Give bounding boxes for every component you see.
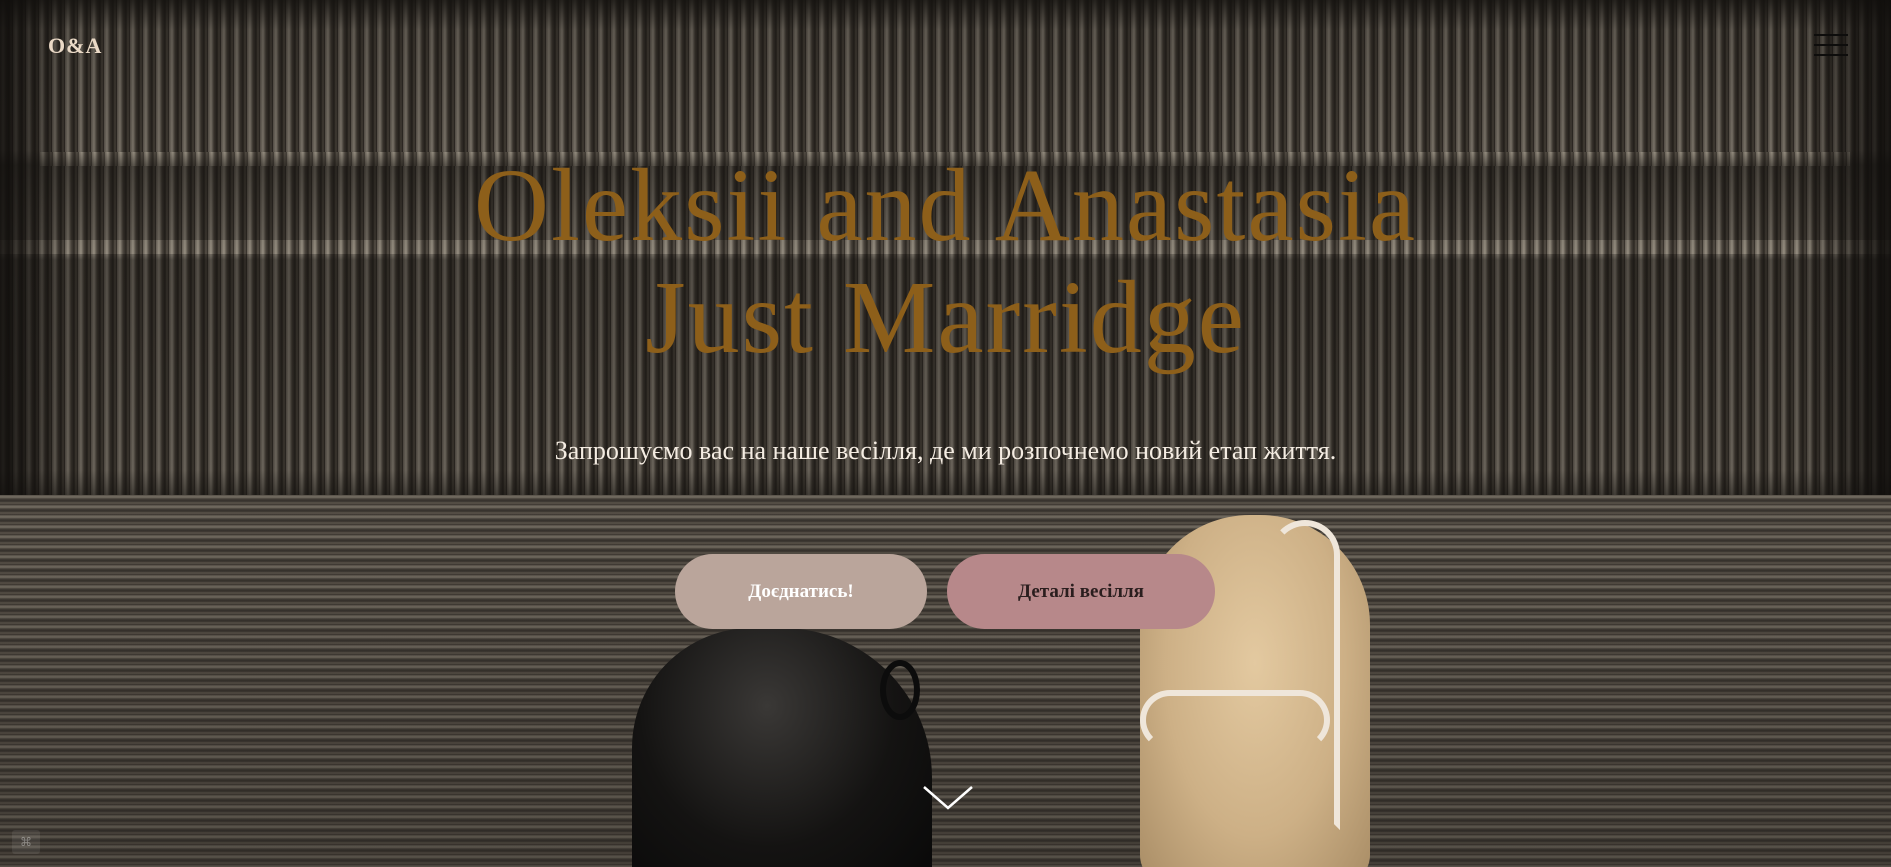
menu-bar (1814, 54, 1848, 56)
hamburger-menu-icon[interactable] (1814, 34, 1848, 58)
hero-title: Oleksii and Anastasia Just Marridge (0, 150, 1891, 374)
menu-bar (1814, 34, 1848, 36)
menu-bar (1814, 44, 1848, 46)
hero-subtitle: Запрошуємо вас на наше весілля, де ми ро… (554, 436, 1337, 465)
hero-title-line-tagline: Just Marridge (645, 260, 1246, 375)
heel-strap-image (1270, 520, 1340, 830)
hero-title-line-names: Oleksii and Anastasia (473, 148, 1418, 263)
wedding-details-button[interactable]: Деталі весілля (947, 554, 1215, 629)
join-button[interactable]: Доєднатись! (675, 554, 927, 629)
hero-section: O&A Oleksii and Anastasia Just Marridge … (0, 0, 1891, 867)
widget-icon[interactable]: ⌘ (12, 830, 40, 854)
site-logo[interactable]: O&A (48, 33, 102, 59)
chevron-down-icon[interactable] (922, 784, 974, 812)
shoe-lace-image (880, 660, 920, 720)
